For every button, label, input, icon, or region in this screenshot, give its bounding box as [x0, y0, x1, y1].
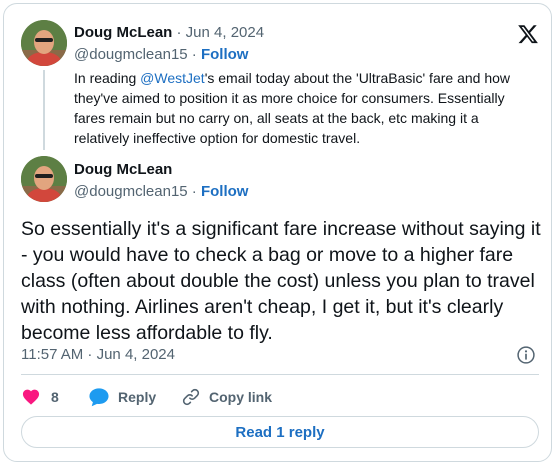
avatar[interactable] [21, 20, 67, 66]
avatar[interactable] [21, 156, 67, 202]
x-logo-icon[interactable] [517, 23, 539, 45]
main-author-row: Doug McLean [74, 161, 172, 179]
read-replies-button[interactable]: Read 1 reply [21, 416, 539, 448]
main-handle-row: @dougmclean15 · Follow [74, 183, 248, 201]
follow-link[interactable]: Follow [201, 183, 249, 200]
tweet-text-part: In reading [74, 70, 141, 86]
author-handle[interactable]: @dougmclean15 [74, 46, 188, 63]
separator-dot: · [187, 183, 201, 200]
divider [21, 374, 539, 375]
author-name[interactable]: Doug McLean [74, 161, 172, 178]
like-count: 8 [51, 389, 59, 405]
like-button[interactable]: 8 [21, 385, 59, 409]
parent-author-row: Doug McLean · Jun 4, 2024 [74, 24, 264, 42]
author-handle[interactable]: @dougmclean15 [74, 183, 188, 200]
copy-link-button[interactable]: Copy link [181, 385, 272, 409]
thread-connector-line [43, 70, 45, 150]
parent-handle-row: @dougmclean15 · Follow [74, 46, 248, 64]
info-icon[interactable] [516, 345, 536, 365]
separator-dot: · [187, 46, 201, 63]
copy-link-label: Copy link [209, 389, 273, 405]
parent-tweet-text: In reading @WestJet's email today about … [74, 68, 534, 148]
reply-label: Reply [118, 389, 157, 405]
follow-link[interactable]: Follow [201, 46, 249, 63]
tweet-date[interactable]: · Jun 4, 2024 [172, 24, 265, 41]
speech-bubble-icon [89, 388, 109, 407]
tweet-embed-card: Doug McLean · Jun 4, 2024 @dougmclean15 … [3, 3, 552, 462]
tweet-timestamp[interactable]: 11:57 AM · Jun 4, 2024 [21, 346, 175, 363]
heart-icon [22, 389, 40, 405]
reply-button[interactable]: Reply [88, 385, 156, 409]
author-name[interactable]: Doug McLean [74, 24, 172, 41]
main-tweet-text: So essentially it's a significant fare i… [21, 218, 541, 344]
link-icon [182, 388, 200, 406]
mention-link[interactable]: @WestJet [140, 70, 205, 86]
